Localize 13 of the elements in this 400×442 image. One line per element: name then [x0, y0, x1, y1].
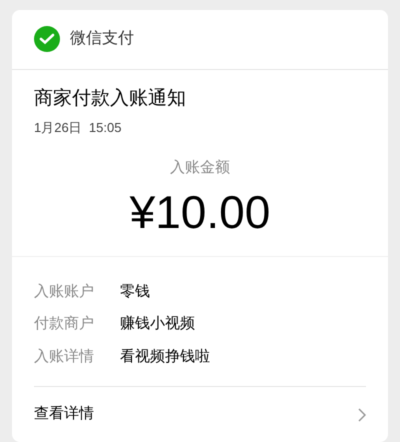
detail-label: 入账详情	[34, 346, 95, 367]
amount-value: ¥10.00	[130, 184, 270, 240]
detail-value: 看视频挣钱啦	[120, 346, 210, 367]
detail-value: 零钱	[120, 282, 150, 302]
notice-time: 1月26日 15:05	[34, 118, 122, 137]
detail-label: 入账账户	[34, 282, 95, 302]
chevron-right-icon	[358, 408, 366, 422]
amount-label: 入账金额	[170, 158, 230, 178]
app-title: 微信支付	[70, 28, 134, 50]
detail-value: 赚钱小视频	[120, 314, 195, 334]
view-details-link[interactable]: 查看详情	[34, 386, 366, 442]
notice-title: 商家付款入账通知	[34, 86, 187, 111]
detail-label: 付款商户	[34, 314, 95, 334]
